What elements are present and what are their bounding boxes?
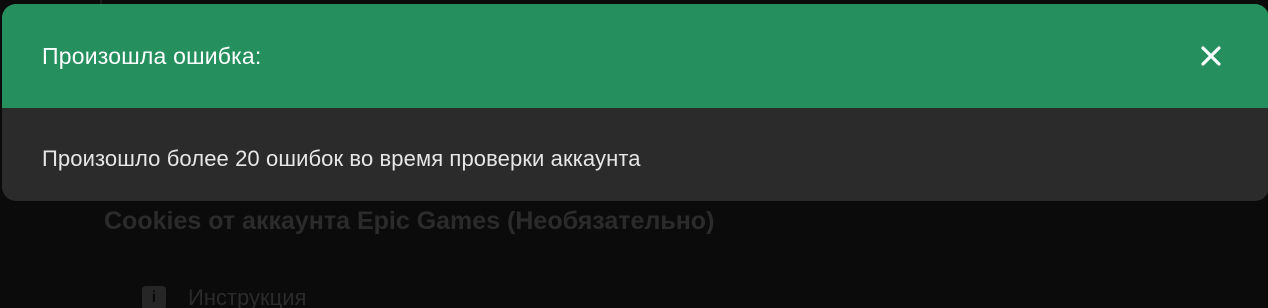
error-modal-body: Произошло более 20 ошибок во время прове…	[2, 108, 1268, 201]
section-title-epic-cookies: Cookies от аккаунта Epic Games (Необязат…	[104, 207, 715, 235]
error-modal-header: Произошла ошибка:	[2, 4, 1268, 108]
close-icon	[1201, 46, 1221, 66]
instruction-label: Инструкция	[188, 285, 307, 308]
page: Cookies от аккаунта Epic Games (Необязат…	[0, 0, 1268, 308]
instruction-link: i Инструкция	[142, 285, 306, 308]
error-modal: Произошла ошибка: Произошло более 20 оши…	[2, 4, 1268, 201]
info-icon: i	[142, 286, 166, 308]
error-modal-title: Произошла ошибка:	[42, 42, 262, 69]
error-message: Произошло более 20 ошибок во время прове…	[42, 146, 641, 171]
close-button[interactable]	[1197, 42, 1225, 70]
